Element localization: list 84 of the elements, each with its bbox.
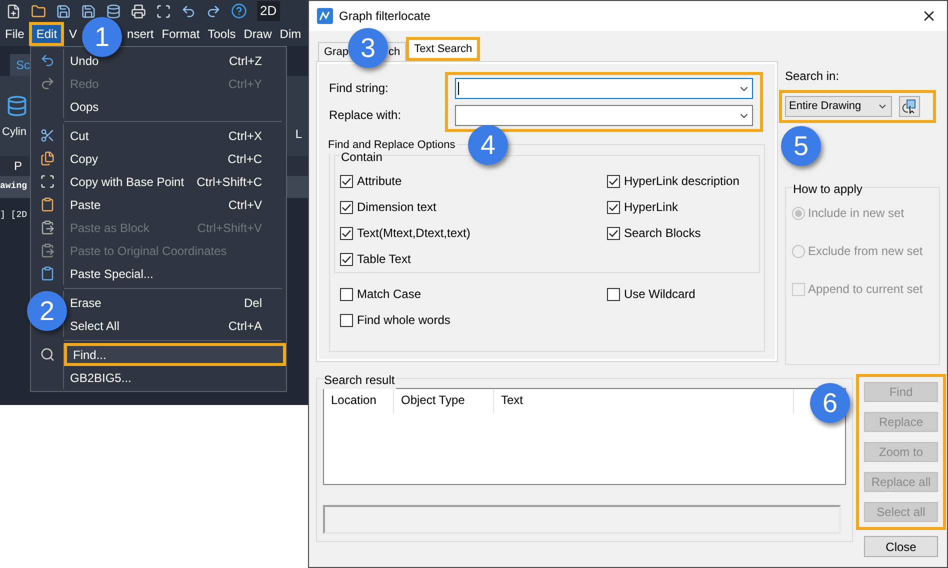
menu-item[interactable]: V [65,25,82,43]
callout-badge: 6 [810,383,850,423]
callout-badge: 4 [468,125,508,165]
column-header[interactable]: Location [324,389,394,413]
field-label: Find string: [329,80,390,97]
checkbox[interactable] [607,288,620,300]
checkbox-label: Append to current set [808,281,923,298]
menu-item[interactable]: nsert [123,25,158,43]
menu-entry[interactable]: GB2BIG5... [64,366,286,389]
zoom-extents-icon[interactable] [156,4,171,18]
save-icon[interactable] [56,4,71,18]
menu-entry[interactable]: Copy Ctrl+C [64,147,286,170]
search-icon [40,347,54,362]
menu-entry[interactable]: Paste Special... [64,262,286,285]
menu-entry[interactable]: Find... [64,343,286,366]
checkbox-label: HyperLink description [624,173,740,190]
folder-icon[interactable] [31,4,46,18]
column-header[interactable]: Text [494,389,794,413]
printer-icon[interactable] [131,4,146,18]
checkbox-label: Search Blocks [624,225,701,242]
field-label: Search in: [785,68,840,85]
menu-entry[interactable]: Copy with Base Point Ctrl+Shift+C [64,170,286,193]
checkbox-label: Table Text [357,251,411,268]
find-string-field[interactable] [455,78,753,99]
copy-icon [40,151,54,166]
radio-label: Include in new set [808,205,904,222]
menu-item[interactable]: Tools [204,25,240,43]
checkbox-label: Attribute [357,173,402,190]
tab[interactable]: Text Search [406,37,480,61]
workspace-label[interactable]: 2D [257,1,280,21]
column-header[interactable]: Object Type [394,389,494,413]
checkbox-label: HyperLink [624,199,678,216]
checkbox[interactable] [340,226,353,240]
new-file-icon[interactable] [6,4,21,18]
menu-item[interactable]: Dim [276,25,306,43]
menu-entry[interactable]: Select All Ctrl+A [64,314,286,337]
paste-coordinates-icon [40,243,54,258]
checkbox[interactable] [340,174,353,188]
checkbox[interactable] [607,174,620,188]
clipboard-icon [40,197,54,212]
replace-with-field[interactable] [455,105,753,126]
menu-item[interactable]: Edit [32,25,62,43]
ribbon-button-label[interactable]: Cylin [2,124,26,140]
redo-icon[interactable] [206,4,221,18]
panel-label: P [14,158,22,175]
checkbox[interactable] [340,200,353,214]
drawing-tab[interactable]: awing [0,180,28,194]
undo-icon[interactable] [181,4,196,18]
undo-icon [40,53,54,68]
save-as-icon[interactable] [81,4,96,18]
checkbox-label: Text(Mtext,Dtext,text) [357,225,470,242]
checkbox-label: Find whole words [357,312,450,329]
paste-block-icon [40,220,54,235]
checkbox[interactable] [607,200,620,214]
ribbon-button-label[interactable]: L [295,125,302,143]
help-icon[interactable] [231,3,247,19]
checkbox-label: Match Case [357,286,422,303]
viewport-label: ] [2D [0,210,28,220]
checkbox[interactable] [607,226,620,240]
radio-label: Exclude from new set [808,243,923,260]
menu-entry[interactable]: Oops [64,95,286,118]
menu-entry[interactable]: Erase Del [64,291,286,314]
paste-special-icon [40,266,54,281]
checkbox[interactable] [340,288,353,300]
redo-icon [40,76,54,91]
search-in-dropdown[interactable]: Entire Drawing [785,96,892,117]
close-button[interactable]: Close [864,536,938,557]
menu-item[interactable]: Draw [240,25,276,43]
scissors-icon [40,128,54,143]
checkbox-label: Use Wildcard [624,286,696,303]
window-title: Graph filterlocate [339,8,432,25]
checkbox[interactable] [340,314,353,326]
callout-badge: 5 [781,126,821,166]
checkbox-label: Dimension text [357,199,436,216]
select-objects-icon [902,99,917,114]
select-objects-button[interactable] [899,96,920,117]
checkbox[interactable] [340,252,353,266]
menu-item[interactable]: Format [158,25,204,43]
callout-badge: 2 [27,291,67,331]
app-icon [317,8,333,24]
field-label: Replace with: [329,107,402,124]
menu-item[interactable]: File [1,25,28,43]
menu-entry[interactable]: Cut Ctrl+X [64,124,286,147]
menu-entry[interactable]: Paste Ctrl+V [64,193,286,216]
